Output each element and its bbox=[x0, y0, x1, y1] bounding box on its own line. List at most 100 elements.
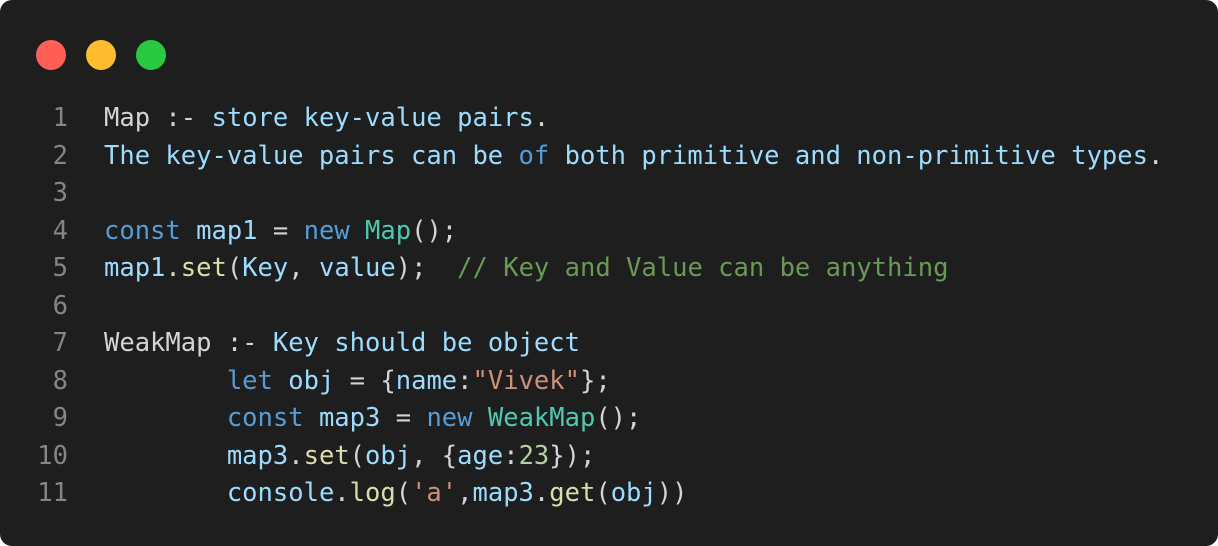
code-token: map1 bbox=[196, 215, 258, 246]
line-number: 1 bbox=[52, 103, 68, 133]
code-line: 10 map3.set(obj, {age:23}); bbox=[0, 438, 1218, 476]
maximize-dot-icon[interactable] bbox=[136, 40, 166, 70]
code-editor: 1 Map :- store key-value pairs. 2 The key-v… bbox=[0, 100, 1218, 513]
code-token: ); bbox=[395, 253, 458, 283]
code-token: WeakMap bbox=[487, 403, 596, 433]
code-line: 9 const map3 = new WeakMap(); bbox=[0, 400, 1218, 438]
code-token: new bbox=[303, 215, 350, 246]
code-token: The key-value pairs can be bbox=[104, 140, 519, 171]
code-token: = { bbox=[334, 365, 396, 396]
code-token: = bbox=[257, 215, 304, 246]
code-token: ( bbox=[226, 253, 243, 283]
code-token: get bbox=[549, 478, 596, 508]
code-token: 'a' bbox=[411, 478, 458, 508]
line-text: map3.set(obj, {age:23}); bbox=[104, 438, 596, 476]
line-number: 5 bbox=[52, 253, 68, 283]
code-token: both primitive and non-primitive types bbox=[549, 140, 1148, 171]
code-token: , bbox=[457, 478, 473, 508]
code-token: map3 bbox=[318, 403, 381, 433]
line-number: 10 bbox=[37, 440, 68, 471]
code-token: const bbox=[226, 403, 304, 433]
code-line: 8 let obj = {name:"Vivek"}; bbox=[0, 363, 1218, 401]
line-number: 7 bbox=[52, 328, 68, 358]
code-token: . bbox=[288, 440, 304, 471]
code-token: (); bbox=[595, 403, 642, 433]
code-token: :- bbox=[211, 328, 273, 358]
line-text: map1.set(Key, value); // Key and Value c… bbox=[104, 250, 948, 288]
code-token: set bbox=[303, 440, 350, 471]
code-token: "Vivek" bbox=[472, 365, 580, 396]
code-token: // Key and Value can be anything bbox=[457, 253, 949, 283]
line-number: 6 bbox=[52, 290, 68, 321]
code-token: . bbox=[1147, 140, 1164, 171]
code-token: Map bbox=[365, 215, 412, 246]
code-token: set bbox=[180, 253, 227, 283]
code-token: . bbox=[533, 103, 550, 133]
code-token: Key should be object bbox=[272, 328, 580, 358]
line-text: const map1 = new Map(); bbox=[104, 213, 457, 251]
code-token: map3 bbox=[226, 440, 289, 471]
code-token: Map bbox=[104, 103, 151, 133]
code-token: ( bbox=[349, 440, 366, 471]
code-token: obj bbox=[365, 440, 412, 471]
code-line: 4 const map1 = new Map(); bbox=[0, 213, 1218, 251]
code-token: }; bbox=[579, 365, 611, 396]
code-window: 1 Map :- store key-value pairs. 2 The key-v… bbox=[0, 0, 1218, 546]
code-token: console bbox=[226, 478, 335, 508]
code-token: name bbox=[395, 365, 458, 396]
code-token: }); bbox=[549, 440, 596, 471]
code-token: obj bbox=[610, 478, 657, 508]
code-token: map3 bbox=[472, 478, 534, 508]
line-number: 4 bbox=[52, 215, 68, 246]
code-token: const bbox=[104, 215, 181, 246]
code-token: . bbox=[334, 478, 350, 508]
code-token: , bbox=[288, 253, 319, 283]
code-token: )) bbox=[656, 478, 688, 508]
code-token: : bbox=[503, 440, 519, 471]
code-line: 2 The key-value pairs can be of both prim… bbox=[0, 138, 1218, 176]
code-token: new bbox=[426, 403, 473, 433]
code-token: value bbox=[318, 253, 396, 283]
code-line: 1 Map :- store key-value pairs. bbox=[0, 100, 1218, 138]
code-line: 6 bbox=[0, 288, 1218, 326]
code-line: 5 map1.set(Key, value); // Key and Value … bbox=[0, 250, 1218, 288]
line-number: 3 bbox=[52, 178, 68, 208]
code-line: 11 console.log('a',map3.get(obj)) bbox=[0, 475, 1218, 513]
code-token: = bbox=[380, 403, 427, 433]
line-text: let obj = {name:"Vivek"}; bbox=[104, 363, 611, 401]
line-number: 2 bbox=[52, 140, 68, 171]
code-token: map1 bbox=[104, 253, 166, 283]
code-token: obj bbox=[288, 365, 335, 396]
code-token: . bbox=[533, 478, 550, 508]
code-token: of bbox=[518, 140, 550, 171]
code-token: store key-value pairs bbox=[211, 103, 534, 133]
code-token: ( bbox=[395, 478, 412, 508]
line-text: WeakMap :- Key should be object bbox=[104, 325, 580, 363]
code-token: age bbox=[457, 440, 504, 471]
code-line: 7 WeakMap :- Key should be object bbox=[0, 325, 1218, 363]
code-token: log bbox=[349, 478, 396, 508]
line-number: 9 bbox=[52, 403, 68, 433]
code-token: :- bbox=[150, 103, 212, 133]
code-token: Key bbox=[242, 253, 289, 283]
code-token: 23 bbox=[518, 440, 550, 471]
code-line: 3 bbox=[0, 175, 1218, 213]
line-number: 8 bbox=[52, 365, 68, 396]
code-token: , { bbox=[411, 440, 458, 471]
line-text: const map3 = new WeakMap(); bbox=[104, 400, 642, 438]
minimize-dot-icon[interactable] bbox=[86, 40, 116, 70]
close-dot-icon[interactable] bbox=[36, 40, 66, 70]
code-token: . bbox=[165, 253, 181, 283]
line-number: 11 bbox=[37, 478, 68, 508]
line-text: Map :- store key-value pairs. bbox=[104, 100, 549, 138]
line-text: console.log('a',map3.get(obj)) bbox=[104, 475, 688, 513]
